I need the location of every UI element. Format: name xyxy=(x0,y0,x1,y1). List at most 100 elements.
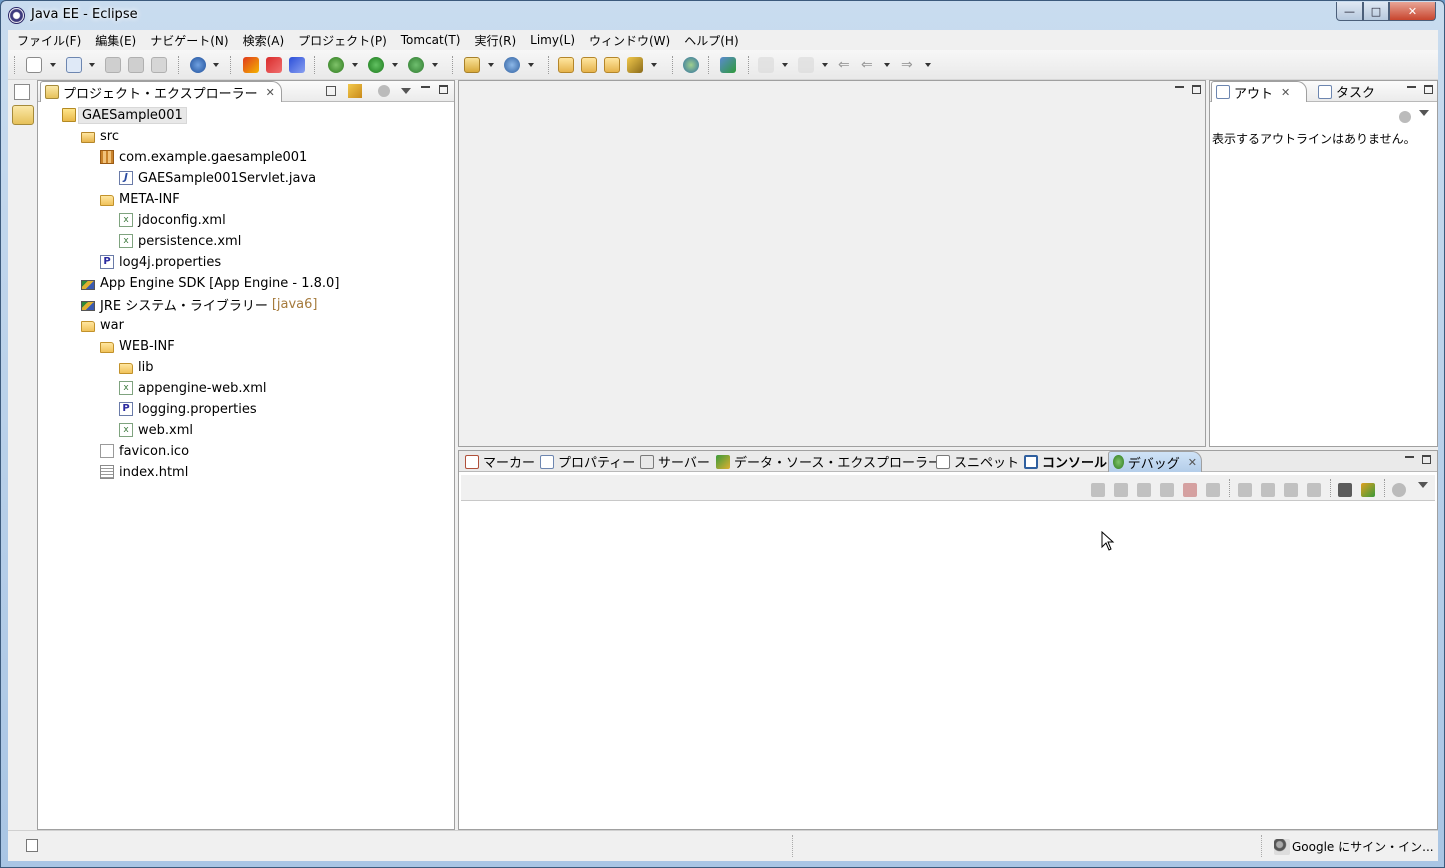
menu-project[interactable]: プロジェクト(P) xyxy=(291,31,394,50)
save-icon[interactable] xyxy=(105,57,121,73)
forward-dropdown-icon[interactable] xyxy=(925,63,931,67)
customize-view-icon[interactable] xyxy=(1392,483,1406,497)
tab-servers[interactable]: サーバー xyxy=(636,451,714,472)
back-dropdown-icon[interactable] xyxy=(884,63,890,67)
web-service-icon[interactable] xyxy=(504,57,520,73)
tree-item[interactable]: JRE システム・ライブラリー [java6] xyxy=(81,294,317,314)
tree-item[interactable]: x appengine-web.xml xyxy=(119,378,266,398)
tab-console[interactable]: コンソール xyxy=(1020,451,1111,472)
close-icon[interactable]: ✕ xyxy=(266,86,275,99)
open-resource-icon[interactable] xyxy=(581,57,597,73)
pen-tool-icon[interactable] xyxy=(627,57,643,73)
fast-view-icon[interactable] xyxy=(26,839,38,852)
tree-item[interactable]: favicon.ico xyxy=(100,441,189,461)
run-dropdown-icon[interactable] xyxy=(392,63,398,67)
last-edit-location-icon[interactable]: ⇐ xyxy=(838,57,854,73)
new-server-icon[interactable] xyxy=(464,57,480,73)
resume-icon[interactable] xyxy=(1137,483,1151,497)
open-folder-icon[interactable] xyxy=(604,57,620,73)
tree-item[interactable]: Plogging.properties xyxy=(119,399,257,419)
search-tool-icon[interactable] xyxy=(720,57,736,73)
maximize-view-icon[interactable] xyxy=(1422,455,1431,464)
menu-window[interactable]: ウィンドウ(W) xyxy=(582,31,677,50)
menu-limy[interactable]: Limy(L) xyxy=(523,32,582,48)
view-menu-icon[interactable] xyxy=(401,88,411,94)
step-into-icon[interactable] xyxy=(1238,483,1252,497)
tree-item[interactable]: com.example.gaesample001 xyxy=(100,147,307,167)
debug-icon[interactable] xyxy=(328,57,344,73)
remove-terminated-icon[interactable] xyxy=(1091,483,1105,497)
run-icon[interactable] xyxy=(368,57,384,73)
title-bar[interactable]: Java EE - Eclipse — □ ✕ xyxy=(1,1,1444,31)
new-server-dropdown-icon[interactable] xyxy=(488,63,494,67)
gae-restart-icon[interactable] xyxy=(289,57,305,73)
tree-item[interactable]: WEB-INF xyxy=(100,336,175,356)
maximize-view-icon[interactable] xyxy=(439,85,448,94)
debug-tree[interactable] xyxy=(461,502,1435,827)
disconnect-icon[interactable] xyxy=(1206,483,1220,497)
close-icon[interactable]: ✕ xyxy=(1188,456,1197,469)
menu-navigate[interactable]: ナビゲート(N) xyxy=(143,31,235,50)
customize-view-icon[interactable] xyxy=(1399,111,1411,123)
tab-debug[interactable]: デバッグ ✕ xyxy=(1108,451,1202,472)
tree-item[interactable]: x web.xml xyxy=(119,420,193,440)
minimize-view-icon[interactable] xyxy=(1405,456,1414,458)
view-menu-icon[interactable] xyxy=(1419,110,1429,116)
tab-properties[interactable]: プロパティー xyxy=(536,451,639,472)
maximize-view-icon[interactable] xyxy=(1424,85,1433,94)
previous-annotation-icon[interactable] xyxy=(798,57,814,73)
instruction-stepping-icon[interactable] xyxy=(1361,483,1375,497)
collapse-all-icon[interactable] xyxy=(326,86,336,96)
view-menu-icon[interactable] xyxy=(1418,482,1428,488)
google-signin-button[interactable]: Google にサイン・イン... xyxy=(1274,838,1434,855)
debug-dropdown-icon[interactable] xyxy=(352,63,358,67)
gae-deploy-icon[interactable] xyxy=(243,57,259,73)
tree-item[interactable]: GAESample001 xyxy=(62,105,187,125)
browser-icon[interactable] xyxy=(683,57,699,73)
tab-markers[interactable]: マーカー xyxy=(461,451,539,472)
pen-tool-dropdown-icon[interactable] xyxy=(651,63,657,67)
tree-item[interactable]: war xyxy=(81,315,124,335)
link-with-editor-icon[interactable] xyxy=(348,84,362,98)
suspend-icon[interactable] xyxy=(1160,483,1174,497)
open-perspective-icon[interactable] xyxy=(14,84,30,100)
google-services-icon[interactable] xyxy=(190,57,206,73)
tab-tasks[interactable]: タスク xyxy=(1314,81,1379,102)
tree-item[interactable]: src xyxy=(81,126,119,146)
menu-edit[interactable]: 編集(E) xyxy=(88,31,143,50)
gae-stop-icon[interactable] xyxy=(266,57,282,73)
new-icon[interactable] xyxy=(26,57,42,73)
tree-item[interactable]: lib xyxy=(119,357,153,377)
step-return-icon[interactable] xyxy=(1284,483,1298,497)
minimize-editor-icon[interactable] xyxy=(1175,86,1184,88)
google-dropdown-icon[interactable] xyxy=(213,63,219,67)
tab-data-source-explorer[interactable]: データ・ソース・エクスプローラー xyxy=(712,451,945,472)
step-filters-icon[interactable] xyxy=(1338,483,1352,497)
tree-item[interactable]: Plog4j.properties xyxy=(100,252,221,272)
maximize-button[interactable]: □ xyxy=(1363,2,1389,21)
use-step-filters-icon[interactable] xyxy=(1307,483,1321,497)
minimize-view-icon[interactable] xyxy=(1407,86,1416,88)
step-over-icon[interactable] xyxy=(1261,483,1275,497)
terminate-icon[interactable] xyxy=(1183,483,1197,497)
menu-file[interactable]: ファイル(F) xyxy=(10,31,88,50)
next-annotation-icon[interactable] xyxy=(758,57,774,73)
previous-annotation-dropdown-icon[interactable] xyxy=(822,63,828,67)
tab-snippets[interactable]: スニペット xyxy=(932,451,1023,472)
minimize-button[interactable]: — xyxy=(1336,2,1363,21)
menu-run[interactable]: 実行(R) xyxy=(467,31,523,50)
minimize-view-icon[interactable] xyxy=(421,86,430,88)
tree-item[interactable]: J GAESample001Servlet.java xyxy=(119,168,316,188)
web-service-dropdown-icon[interactable] xyxy=(528,63,534,67)
maximize-editor-icon[interactable] xyxy=(1192,85,1201,94)
menu-help[interactable]: ヘルプ(H) xyxy=(677,31,745,50)
tree-item[interactable]: x persistence.xml xyxy=(119,231,241,251)
close-button[interactable]: ✕ xyxy=(1389,2,1436,21)
customize-view-icon[interactable] xyxy=(378,85,390,97)
tab-project-explorer[interactable]: プロジェクト・エクスプローラー ✕ xyxy=(40,81,282,102)
tree-item[interactable]: x jdoconfig.xml xyxy=(119,210,226,230)
next-annotation-dropdown-icon[interactable] xyxy=(782,63,788,67)
new-project-icon[interactable] xyxy=(66,57,82,73)
new-project-dropdown-icon[interactable] xyxy=(89,63,95,67)
forward-icon[interactable]: ⇒ xyxy=(901,57,917,73)
